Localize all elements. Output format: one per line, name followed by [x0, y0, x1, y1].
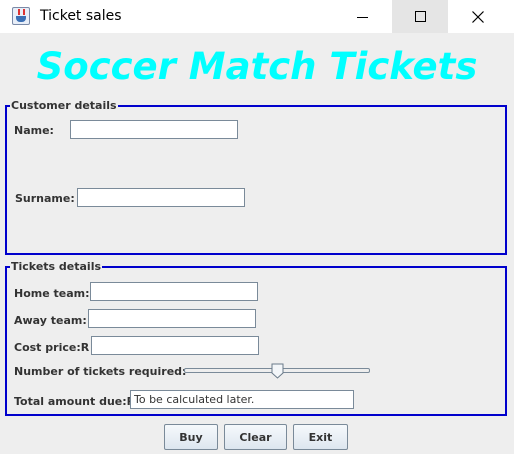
surname-label: Surname: [15, 192, 75, 205]
home-team-field[interactable] [90, 282, 258, 301]
tickets-details-legend: Tickets details [10, 260, 103, 273]
page-title: Soccer Match Tickets [36, 45, 478, 88]
name-field[interactable] [70, 120, 238, 139]
clear-button[interactable]: Clear [224, 424, 287, 450]
buy-button[interactable]: Buy [164, 424, 218, 450]
home-team-label: Home team: [14, 287, 90, 300]
cost-price-label: Cost price:R [14, 341, 90, 354]
java-cup-icon[interactable] [12, 7, 30, 25]
content-pane: Soccer Match Tickets Customer details Na… [0, 33, 514, 454]
away-team-field[interactable] [88, 309, 256, 328]
exit-button[interactable]: Exit [293, 424, 348, 450]
minimize-icon [356, 17, 368, 18]
close-icon [472, 10, 484, 23]
num-tickets-label: Number of tickets required: [14, 365, 187, 378]
slider-thumb-icon[interactable] [271, 363, 284, 379]
surname-field[interactable] [77, 188, 245, 207]
maximize-button[interactable] [392, 0, 448, 33]
total-amount-label: Total amount due:R [14, 395, 136, 408]
cost-price-field[interactable] [91, 336, 259, 355]
num-tickets-slider[interactable] [184, 363, 370, 379]
close-button[interactable] [450, 0, 506, 33]
customer-details-legend: Customer details [10, 99, 118, 112]
minimize-button[interactable] [334, 0, 390, 33]
title-bar[interactable]: Ticket sales [0, 0, 514, 33]
window-title: Ticket sales [40, 8, 122, 24]
total-amount-field[interactable] [130, 390, 354, 409]
name-label: Name: [14, 124, 54, 137]
maximize-icon [414, 11, 426, 22]
away-team-label: Away team: [14, 314, 87, 327]
